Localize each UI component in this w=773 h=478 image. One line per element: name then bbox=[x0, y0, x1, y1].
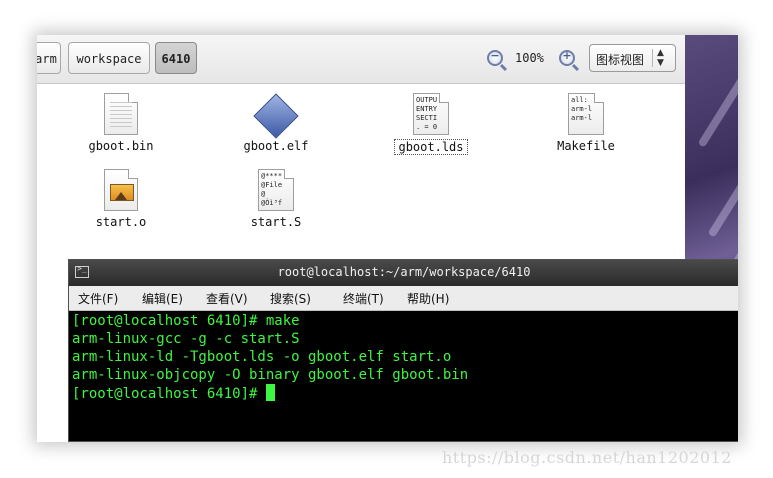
terminal-title: root@localhost:~/arm/workspace/6410 bbox=[277, 265, 531, 279]
terminal-prompt: [root@localhost 6410]# bbox=[72, 386, 266, 402]
file-start-s[interactable]: @**** @File @ @Òì³f start.S bbox=[221, 169, 331, 230]
menu-search[interactable]: 搜索(S) bbox=[270, 290, 311, 307]
terminal-line: arm-linux-gcc -g -c start.S bbox=[72, 331, 300, 347]
up-down-arrows-icon: ▲ ▼ bbox=[657, 48, 664, 68]
file-name: start.o bbox=[95, 215, 147, 229]
breadcrumb-6410[interactable]: 6410 bbox=[155, 42, 197, 74]
source-file-icon: @**** @File @ @Òì³f bbox=[258, 169, 294, 211]
breadcrumb-workspace[interactable]: workspace bbox=[68, 42, 150, 74]
text-file-icon: OUTPU ENTRY SECTI . = 0 bbox=[413, 93, 449, 135]
file-preview: @**** @File @ @Òì³f bbox=[261, 172, 283, 207]
location-toolbar: arm workspace 6410 − 100% + 图标视图 ▲ ▼ bbox=[37, 35, 685, 84]
file-name: start.S bbox=[250, 215, 302, 229]
menu-edit[interactable]: 编辑(E) bbox=[142, 290, 183, 307]
terminal-menubar: 文件(F) 编辑(E) 查看(V) 搜索(S) 终端(T) 帮助(H) bbox=[69, 286, 738, 311]
executable-file-icon bbox=[253, 93, 299, 139]
watermark: https://blog.csdn.net/han1202012 bbox=[442, 448, 732, 467]
terminal-line: [root@localhost 6410]# make bbox=[72, 313, 300, 329]
breadcrumb-arm[interactable]: arm bbox=[37, 42, 61, 74]
file-preview: all: arm-l arm-l bbox=[571, 96, 593, 122]
menu-help[interactable]: 帮助(H) bbox=[407, 290, 449, 307]
terminal-cursor bbox=[265, 384, 275, 401]
zoom-in-icon[interactable]: + bbox=[559, 49, 575, 66]
file-gboot-lds[interactable]: OUTPU ENTRY SECTI . = 0 gboot.lds bbox=[376, 93, 486, 155]
view-mode-divider bbox=[652, 49, 653, 67]
file-name: gboot.lds bbox=[394, 139, 468, 155]
file-name: gboot.bin bbox=[88, 139, 154, 153]
file-preview: OUTPU ENTRY SECTI . = 0 bbox=[416, 96, 438, 131]
file-gboot-elf[interactable]: gboot.elf bbox=[221, 93, 331, 154]
file-gboot-bin[interactable]: gboot.bin bbox=[66, 93, 176, 154]
screenshot: arm workspace 6410 − 100% + 图标视图 ▲ ▼ gboo… bbox=[37, 35, 738, 442]
file-makefile[interactable]: all: arm-l arm-l Makefile bbox=[531, 93, 641, 154]
terminal-titlebar[interactable]: root@localhost:~/arm/workspace/6410 bbox=[69, 260, 738, 286]
menu-terminal[interactable]: 终端(T) bbox=[343, 290, 384, 307]
zoom-level: 100% bbox=[515, 51, 544, 65]
object-file-icon bbox=[104, 169, 138, 211]
file-name: gboot.elf bbox=[243, 139, 309, 153]
file-name: Makefile bbox=[557, 139, 615, 153]
terminal-line: arm-linux-objcopy -O binary gboot.elf gb… bbox=[72, 367, 469, 383]
binary-file-icon bbox=[104, 93, 138, 135]
view-mode-label: 图标视图 bbox=[596, 53, 645, 67]
menu-file[interactable]: 文件(F) bbox=[78, 290, 118, 307]
menu-view[interactable]: 查看(V) bbox=[206, 290, 248, 307]
file-start-o[interactable]: start.o bbox=[66, 169, 176, 230]
view-mode-select[interactable]: 图标视图 ▲ ▼ bbox=[589, 44, 676, 72]
terminal-window[interactable]: root@localhost:~/arm/workspace/6410 文件(F… bbox=[68, 259, 738, 442]
zoom-out-icon[interactable]: − bbox=[487, 49, 503, 66]
terminal-line: arm-linux-ld -Tgboot.lds -o gboot.elf st… bbox=[72, 349, 452, 365]
terminal-output[interactable]: [root@localhost 6410]# make arm-linux-gc… bbox=[72, 312, 468, 403]
text-file-icon: all: arm-l arm-l bbox=[568, 93, 604, 135]
